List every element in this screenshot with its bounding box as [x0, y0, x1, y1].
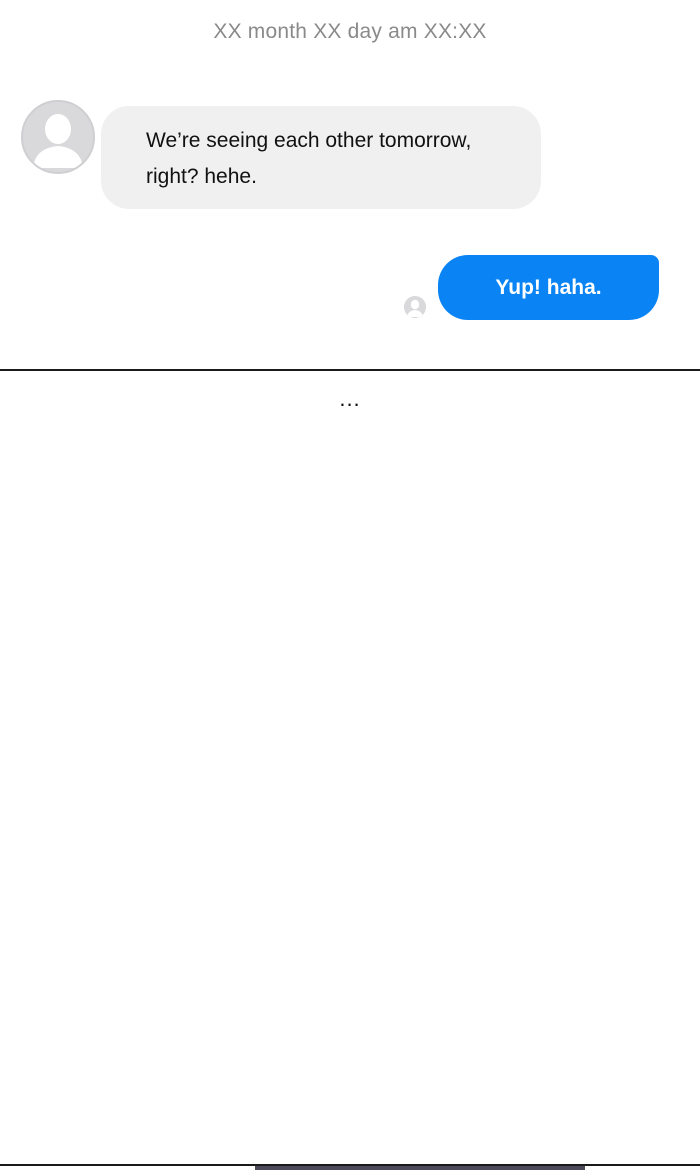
profile-placeholder-icon: [21, 100, 95, 174]
read-receipt-glyph: [404, 296, 426, 318]
narration-ellipsis: ...: [339, 386, 361, 411]
next-panel-edge: [255, 1166, 585, 1170]
panel-divider-top: [0, 369, 700, 371]
outgoing-message-bubble[interactable]: Yup! haha.: [438, 255, 659, 320]
chat-timestamp: XX month XX day am XX:XX: [213, 20, 487, 43]
chat-panel: XX month XX day am XX:XX We’re seeing ea…: [0, 0, 700, 370]
profile-placeholder-glyph: [23, 102, 93, 172]
read-receipt-avatar-icon: [404, 296, 426, 318]
incoming-message-line-1: We’re seeing each other tomorrow,: [146, 129, 472, 152]
incoming-message-line-2: right? hehe.: [146, 165, 257, 188]
incoming-message-bubble[interactable]: We’re seeing each other tomorrow, right?…: [101, 106, 541, 209]
